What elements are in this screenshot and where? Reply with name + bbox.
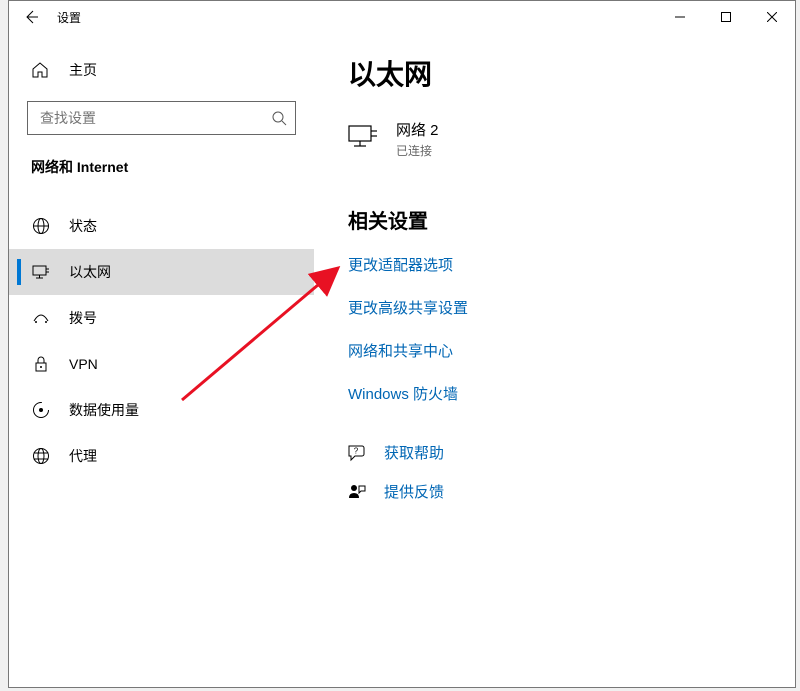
get-help-button[interactable]: ? 获取帮助 [348, 442, 771, 463]
sidebar-item-proxy[interactable]: 代理 [9, 433, 314, 479]
titlebar: 设置 [9, 1, 795, 33]
network-status-icon [31, 217, 51, 235]
settings-window: 设置 主页 [8, 0, 796, 688]
give-feedback-button[interactable]: 提供反馈 [348, 481, 771, 502]
search-input[interactable] [40, 110, 271, 126]
sidebar-item-dialup[interactable]: 拨号 [9, 295, 314, 341]
help-icon: ? [348, 444, 368, 462]
back-button[interactable] [9, 1, 53, 33]
sidebar-item-label: 状态 [69, 216, 97, 236]
get-help-label: 获取帮助 [384, 442, 444, 463]
nav: 状态 以太网 拨号 [9, 189, 314, 479]
svg-text:?: ? [354, 446, 359, 455]
minimize-icon [675, 12, 685, 22]
close-button[interactable] [749, 1, 795, 33]
link-network-sharing-center[interactable]: 网络和共享中心 [348, 340, 771, 361]
sidebar-item-label: 数据使用量 [69, 400, 139, 420]
sidebar-item-label: 拨号 [69, 308, 97, 328]
related-settings-title: 相关设置 [348, 205, 771, 234]
main-panel: 以太网 网络 2 已连接 相关设置 更改适配器选项 更改高级共享设置 网络和共享… [314, 33, 795, 687]
link-change-advanced-sharing[interactable]: 更改高级共享设置 [348, 297, 771, 318]
sidebar-item-status[interactable]: 状态 [9, 203, 314, 249]
sidebar-item-label: 以太网 [69, 262, 111, 282]
feedback-icon [348, 483, 368, 501]
content: 主页 网络和 Internet 状态 [9, 33, 795, 687]
page-title: 以太网 [348, 53, 771, 93]
window-controls [657, 1, 795, 33]
proxy-icon [31, 447, 51, 465]
sidebar-item-ethernet[interactable]: 以太网 [9, 249, 314, 295]
minimize-button[interactable] [657, 1, 703, 33]
home-label: 主页 [69, 60, 97, 80]
link-change-adapter-options[interactable]: 更改适配器选项 [348, 254, 771, 275]
maximize-button[interactable] [703, 1, 749, 33]
maximize-icon [721, 12, 731, 22]
home-icon [31, 61, 51, 79]
sidebar-item-label: VPN [69, 356, 98, 372]
network-status: 已连接 [396, 142, 439, 159]
give-feedback-label: 提供反馈 [384, 481, 444, 502]
network-entry[interactable]: 网络 2 已连接 [348, 119, 771, 159]
sidebar-item-vpn[interactable]: VPN [9, 341, 314, 387]
data-usage-icon [31, 401, 51, 419]
sidebar-item-label: 代理 [69, 446, 97, 466]
window-title: 设置 [57, 9, 81, 26]
network-name: 网络 2 [396, 119, 439, 140]
search-icon [271, 110, 287, 126]
sidebar: 主页 网络和 Internet 状态 [9, 33, 314, 687]
sidebar-item-data-usage[interactable]: 数据使用量 [9, 387, 314, 433]
search-box[interactable] [27, 101, 296, 135]
back-arrow-icon [23, 9, 39, 25]
search-wrap [9, 89, 314, 135]
network-text: 网络 2 已连接 [396, 119, 439, 159]
network-monitor-icon [348, 125, 378, 154]
ethernet-icon [31, 263, 51, 281]
dialup-icon [31, 311, 51, 325]
category-label: 网络和 Internet [9, 135, 314, 189]
home-button[interactable]: 主页 [9, 51, 314, 89]
close-icon [767, 12, 777, 22]
link-windows-firewall[interactable]: Windows 防火墙 [348, 383, 771, 404]
vpn-icon [31, 355, 51, 373]
